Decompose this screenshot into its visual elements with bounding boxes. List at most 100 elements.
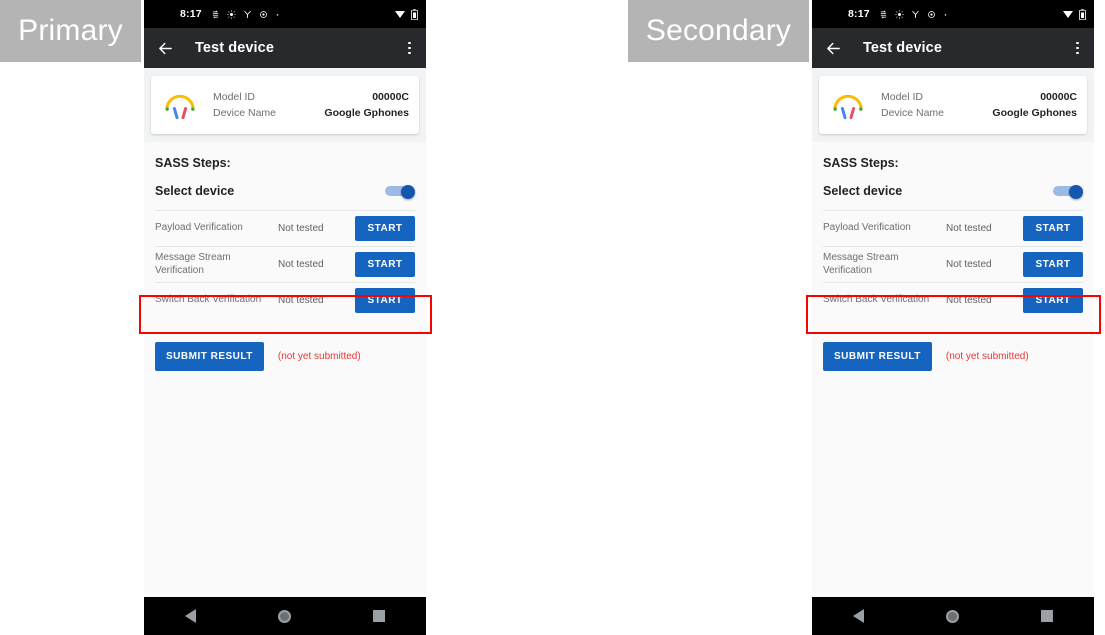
submit-status-note: (not yet submitted) xyxy=(945,351,1029,362)
submit-section: SUBMIT RESULT (not yet submitted) xyxy=(812,318,1094,371)
table-row[interactable]: Message Stream Verification Not tested S… xyxy=(823,246,1083,282)
device-info-row: Device Name Google Gphones xyxy=(881,105,1077,121)
step-status: Not tested xyxy=(946,295,992,306)
back-arrow-icon[interactable] xyxy=(157,40,174,57)
battery-icon xyxy=(1079,8,1086,20)
step-name: Message Stream Verification xyxy=(155,252,231,276)
status-icons-left xyxy=(879,9,948,19)
sass-steps-title: SASS Steps: xyxy=(823,156,899,170)
step-status: Not tested xyxy=(278,259,324,270)
step-name: Payload Verification xyxy=(155,222,243,234)
nav-home-icon[interactable] xyxy=(278,609,291,623)
screen-body: Model ID 00000C Device Name Google Gphon… xyxy=(812,68,1094,597)
start-button[interactable]: START xyxy=(1023,288,1083,313)
step-name: Payload Verification xyxy=(823,222,911,234)
wifi-icon xyxy=(1063,11,1073,18)
wifi-icon xyxy=(395,11,405,18)
status-clock: 8:17 xyxy=(180,8,202,20)
screen-body: Model ID 00000C Device Name Google Gphon… xyxy=(144,68,426,597)
battery-icon xyxy=(411,8,418,20)
vpn-icon xyxy=(243,10,251,18)
steps-list: Payload Verification Not tested START Me… xyxy=(823,210,1083,318)
phone-screenshot-secondary: 8:17 Test device Model ID 00000C Device … xyxy=(812,0,1094,635)
select-device-row[interactable]: Select device xyxy=(155,170,415,210)
step-status: Not tested xyxy=(278,223,324,234)
status-clock: 8:17 xyxy=(848,8,870,20)
submit-status-note: (not yet submitted) xyxy=(277,351,361,362)
start-button[interactable]: START xyxy=(1023,252,1083,277)
select-device-toggle[interactable] xyxy=(1053,184,1083,199)
page-title: Test device xyxy=(863,40,943,56)
start-button[interactable]: START xyxy=(355,216,415,241)
device-name-label: Device Name xyxy=(213,107,277,119)
sass-steps-title: SASS Steps: xyxy=(155,156,231,170)
overflow-menu-icon[interactable] xyxy=(1074,38,1081,59)
page-title: Test device xyxy=(195,40,275,56)
select-device-toggle[interactable] xyxy=(385,184,415,199)
device-card-zone: Model ID 00000C Device Name Google Gphon… xyxy=(812,68,1094,142)
start-button[interactable]: START xyxy=(355,288,415,313)
table-row[interactable]: Switch Back Verification Not tested STAR… xyxy=(823,282,1083,318)
select-device-row[interactable]: Select device xyxy=(823,170,1083,210)
device-info-row: Device Name Google Gphones xyxy=(213,105,409,121)
submit-section: SUBMIT RESULT (not yet submitted) xyxy=(144,318,426,371)
model-id-value: 00000C xyxy=(1040,91,1077,103)
dot-icon xyxy=(276,13,279,16)
brightness-icon xyxy=(895,9,904,19)
device-info-row: Model ID 00000C xyxy=(881,89,1077,105)
device-info-card: Model ID 00000C Device Name Google Gphon… xyxy=(151,76,419,134)
submit-result-button[interactable]: SUBMIT RESULT xyxy=(823,342,932,371)
table-row[interactable]: Payload Verification Not tested START xyxy=(823,210,1083,246)
table-row[interactable]: Switch Back Verification Not tested STAR… xyxy=(155,282,415,318)
android-nav-bar xyxy=(812,597,1094,635)
device-name-value: Google Gphones xyxy=(992,107,1077,119)
sass-steps-section: SASS Steps: Select device Payload Verifi… xyxy=(812,142,1094,318)
step-name: Switch Back Verification xyxy=(823,294,930,306)
sync-icon xyxy=(880,9,886,19)
overflow-menu-icon[interactable] xyxy=(406,38,413,59)
sass-steps-section: SASS Steps: Select device Payload Verifi… xyxy=(144,142,426,318)
brightness-icon xyxy=(227,9,236,19)
nav-recents-icon[interactable] xyxy=(1041,610,1053,622)
back-arrow-icon[interactable] xyxy=(825,40,842,57)
settings-icon xyxy=(927,10,935,18)
toggle-thumb xyxy=(1069,184,1083,199)
start-button[interactable]: START xyxy=(355,252,415,277)
nav-home-icon[interactable] xyxy=(946,609,959,623)
select-device-label: Select device xyxy=(823,184,903,198)
model-id-value: 00000C xyxy=(372,91,409,103)
status-bar: 8:17 xyxy=(144,0,426,28)
submit-result-button[interactable]: SUBMIT RESULT xyxy=(155,342,264,371)
nav-recents-icon[interactable] xyxy=(373,610,385,622)
device-name-label: Device Name xyxy=(881,107,945,119)
sync-icon xyxy=(212,9,218,19)
step-status: Not tested xyxy=(278,295,324,306)
status-icons-left xyxy=(211,9,280,19)
status-icons-right xyxy=(394,8,418,20)
headphones-icon xyxy=(160,85,200,125)
device-name-value: Google Gphones xyxy=(324,107,409,119)
table-row[interactable]: Payload Verification Not tested START xyxy=(155,210,415,246)
step-status: Not tested xyxy=(946,259,992,270)
role-badge-primary: Primary xyxy=(0,0,141,62)
vpn-icon xyxy=(911,10,919,18)
start-button[interactable]: START xyxy=(1023,216,1083,241)
settings-icon xyxy=(259,10,267,18)
role-badge-secondary: Secondary xyxy=(628,0,809,62)
dot-icon xyxy=(944,13,947,16)
headphones-icon xyxy=(828,85,868,125)
status-icons-right xyxy=(1062,8,1086,20)
device-info-row: Model ID 00000C xyxy=(213,89,409,105)
step-name: Message Stream Verification xyxy=(823,252,899,276)
select-device-label: Select device xyxy=(155,184,235,198)
device-info-rows: Model ID 00000C Device Name Google Gphon… xyxy=(213,89,409,121)
nav-back-icon[interactable] xyxy=(853,609,864,623)
table-row[interactable]: Message Stream Verification Not tested S… xyxy=(155,246,415,282)
step-name: Switch Back Verification xyxy=(155,294,262,306)
device-info-card: Model ID 00000C Device Name Google Gphon… xyxy=(819,76,1087,134)
android-nav-bar xyxy=(144,597,426,635)
model-id-label: Model ID xyxy=(881,91,924,103)
status-bar: 8:17 xyxy=(812,0,1094,28)
nav-back-icon[interactable] xyxy=(185,609,196,623)
toggle-thumb xyxy=(401,184,415,199)
